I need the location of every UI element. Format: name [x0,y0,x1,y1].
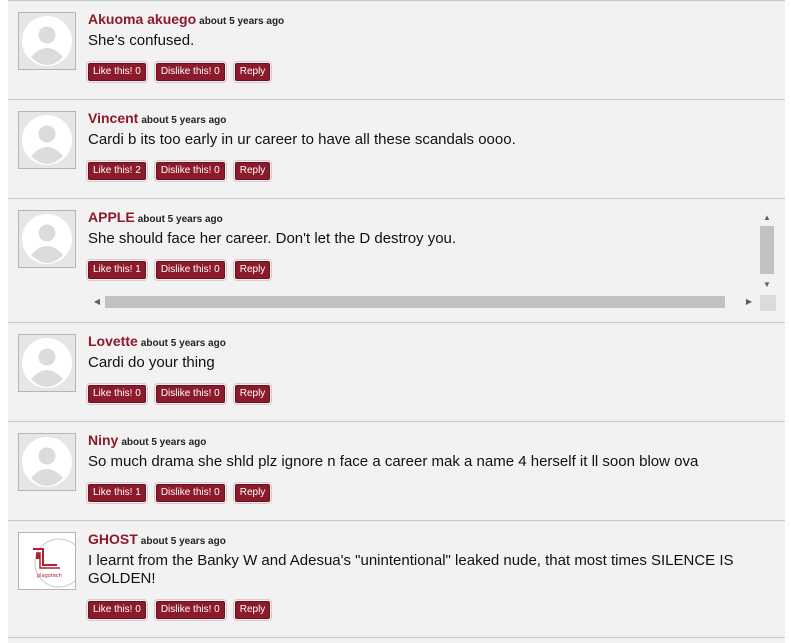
comment-timestamp: about 5 years ago [141,115,227,126]
comment-text: I learnt from the Banky W and Adesua's "… [88,552,734,587]
comment-text: Cardi do your thing [88,354,215,371]
avatar [18,334,76,392]
scroll-left-icon[interactable]: ◀ [90,297,104,306]
comment-author: Niny [88,432,119,448]
comment-author: APPLE [88,209,135,225]
avatar [18,111,76,169]
dislike-button[interactable]: Dislike this! 0 [155,261,225,279]
avatar: plagotech [18,532,76,590]
reply-button[interactable]: Reply [234,484,271,502]
default-avatar-icon [19,335,75,391]
comment-timestamp: about 5 years ago [121,437,207,448]
avatar [18,433,76,491]
reply-button[interactable]: Reply [234,261,271,279]
comment-item: APPLE about 5 years ago She should face h… [8,198,785,322]
avatar-logo-text: plagotech [37,573,62,579]
comment-list: Akuoma akuego about 5 years ago She's con… [8,0,785,643]
avatar [18,210,76,268]
like-button[interactable]: Like this! 0 [88,63,146,81]
comment-author: Vincent [88,110,139,126]
scroll-up-icon[interactable]: ▲ [760,213,774,222]
default-avatar-icon [19,434,75,490]
reply-button[interactable]: Reply [234,385,271,403]
comment-author: Lovette [88,333,138,349]
avatar [18,12,76,70]
comment-author: GHOST [88,531,138,547]
reply-button[interactable]: Reply [234,162,271,180]
like-button[interactable]: Like this! 2 [88,162,146,180]
dislike-button[interactable]: Dislike this! 0 [155,385,225,403]
dislike-button[interactable]: Dislike this! 0 [155,601,225,619]
reply-button[interactable]: Reply [234,63,271,81]
comment-item: Akuoma akuego about 5 years ago She's con… [8,0,785,99]
reply-button[interactable]: Reply [234,601,271,619]
scroll-right-icon[interactable]: ▶ [742,297,756,306]
comment-text: She's confused. [88,32,195,49]
default-avatar-icon [19,13,75,69]
comment-item: Vincent about 5 years ago Cardi b its too… [8,99,785,198]
dislike-button[interactable]: Dislike this! 0 [155,484,225,502]
comment-item: Lovette about 5 years ago Cardi do your t… [8,322,785,421]
comment-timestamp: about 5 years ago [140,536,226,547]
scroll-down-icon[interactable]: ▼ [760,280,774,289]
like-button[interactable]: Like this! 1 [88,484,146,502]
vertical-scroll-thumb[interactable] [760,226,774,274]
comment-timestamp: about 5 years ago [140,338,226,349]
comment-author: Akuoma akuego [88,11,197,27]
comment-timestamp: about 5 years ago [137,214,223,225]
scrollbar-corner [760,295,776,311]
dislike-button[interactable]: Dislike this! 0 [155,63,225,81]
comment-text: She should face her career. Don't let th… [88,230,457,247]
comment-text: So much drama she shld plz ignore n face… [88,453,699,470]
default-avatar-icon [19,112,75,168]
comment-timestamp: about 5 years ago [199,16,285,27]
default-avatar-icon [19,211,75,267]
dislike-button[interactable]: Dislike this! 0 [155,162,225,180]
horizontal-scroll-thumb[interactable] [105,296,725,308]
vertical-scrollbar[interactable]: ▲ ▼ [760,213,774,293]
comment-item: plagotech GHOST about 5 years ago I learn… [8,520,785,638]
comment-text: Cardi b its too early in ur career to ha… [88,131,516,148]
like-button[interactable]: Like this! 0 [88,601,146,619]
plagotech-logo-icon: plagotech [19,533,75,589]
horizontal-scrollbar[interactable]: ◀ ▶ [88,295,775,309]
comment-item: Niny about 5 years ago So much drama she … [8,421,785,520]
like-button[interactable]: Like this! 0 [88,385,146,403]
like-button[interactable]: Like this! 1 [88,261,146,279]
